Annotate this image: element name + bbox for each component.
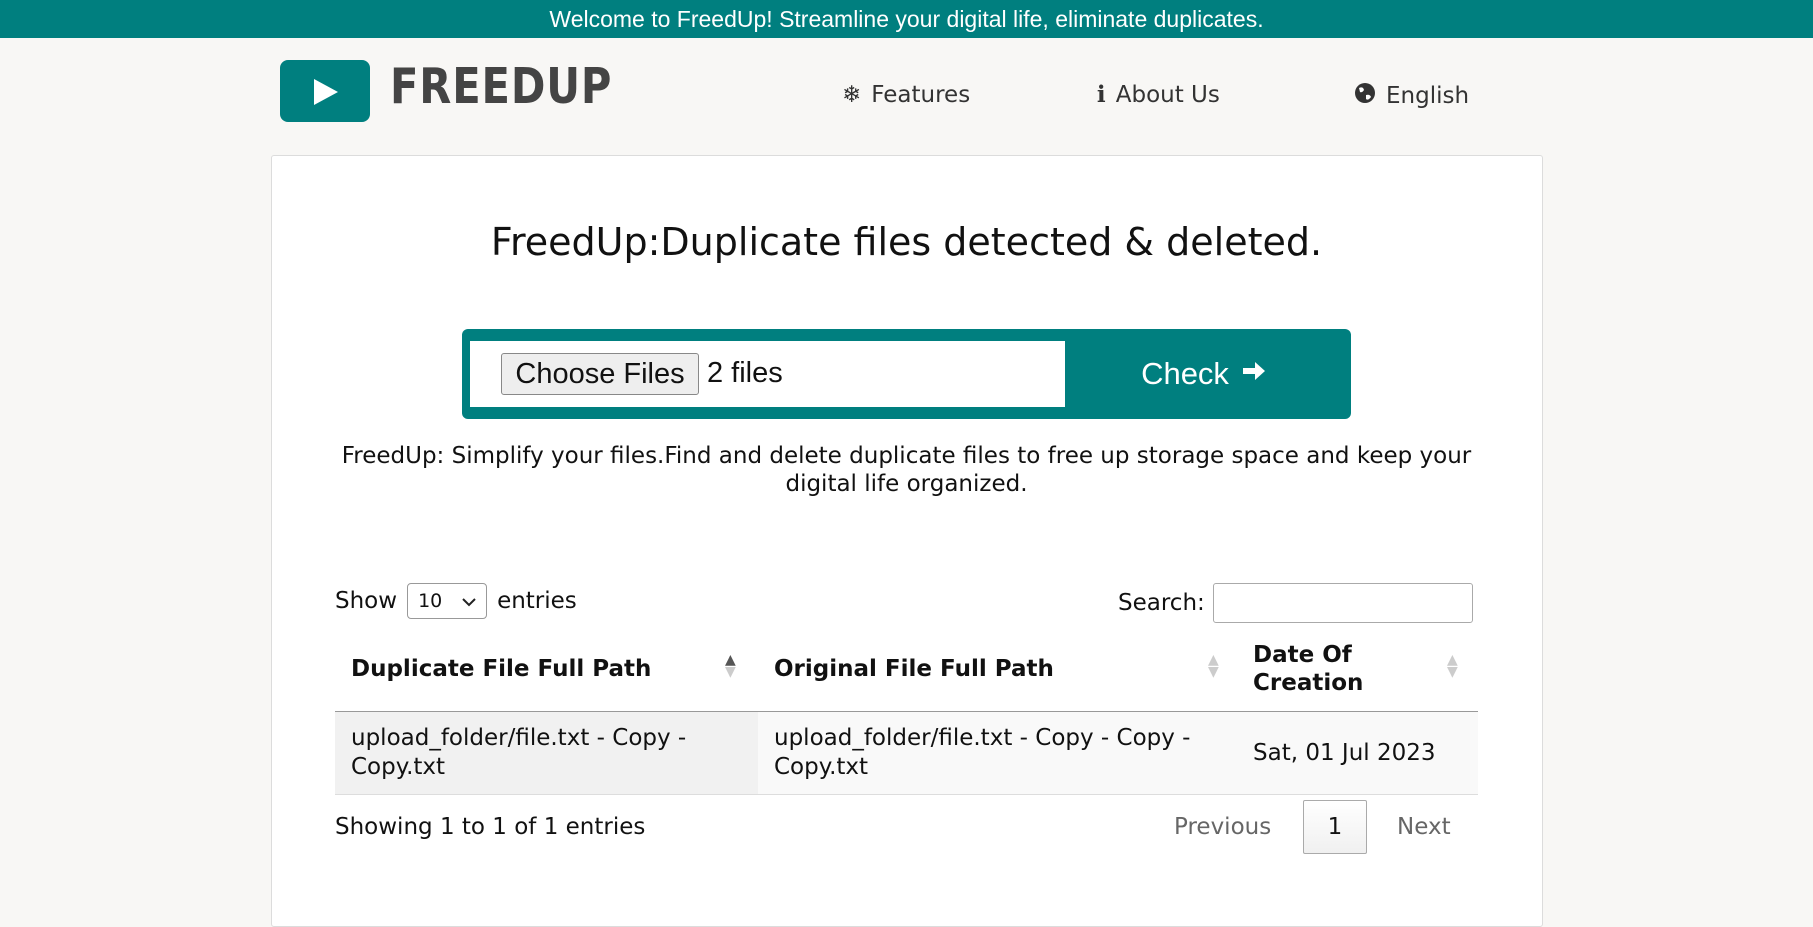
cell-text: upload_folder/file.txt - Copy - Copy - C… [774, 725, 1191, 780]
previous-page-button[interactable]: Previous [1174, 814, 1271, 840]
welcome-banner-text: Welcome to FreedUp! Streamline your digi… [549, 5, 1264, 32]
page-1-button[interactable]: 1 [1303, 800, 1367, 854]
nav-language-label: English [1386, 83, 1470, 109]
table-row: upload_folder/file.txt - Copy - Copy.txt… [335, 712, 1478, 795]
show-label: Show [335, 588, 398, 614]
nav-features[interactable]: ❄ Features [842, 82, 970, 108]
globe-icon [1354, 82, 1376, 110]
choose-files-button[interactable]: Choose Files [501, 353, 699, 395]
cell-original-path: upload_folder/file.txt - Copy - Copy - C… [774, 712, 1224, 794]
table-info: Showing 1 to 1 of 1 entries [335, 814, 646, 840]
info-icon: ℹ [1097, 82, 1106, 108]
column-header-date[interactable]: Date Of Creation [1253, 626, 1403, 711]
search-label: Search: [1118, 590, 1205, 616]
nav-about-label: About Us [1115, 82, 1220, 108]
entries-select[interactable]: 10 [407, 583, 488, 619]
entries-label: entries [497, 588, 577, 614]
sort-both-icon: ▲ ▼ [1208, 652, 1219, 680]
search-input[interactable] [1212, 583, 1473, 623]
table-search: Search: [1118, 583, 1473, 623]
next-page-button[interactable]: Next [1397, 814, 1451, 840]
table-header-row: Duplicate File Full Path ▲ ▼ Original Fil… [335, 626, 1478, 712]
sort-both-icon: ▲ ▼ [1447, 652, 1458, 680]
column-header-original-path[interactable]: Original File Full Path [774, 626, 1154, 711]
entries-select-value: 10 [418, 590, 443, 612]
entries-length-control: Show 10 entries [335, 583, 577, 619]
cell-date: Sat, 01 Jul 2023 [1253, 712, 1473, 794]
cell-text: Sat, 01 Jul 2023 [1253, 739, 1436, 766]
welcome-banner: Welcome to FreedUp! Streamline your digi… [0, 0, 1813, 38]
page-title: FreedUp:Duplicate files detected & delet… [490, 220, 1323, 264]
check-button[interactable]: Check [1065, 341, 1343, 407]
column-header-label: Duplicate File Full Path [351, 655, 652, 682]
site-header: FREEDUP ❄ Features ℹ About Us English [0, 38, 1813, 148]
arrow-right-icon [1241, 356, 1267, 392]
upload-form: Choose Files 2 files Check [462, 329, 1351, 419]
chevron-down-icon [462, 590, 476, 612]
nav-language[interactable]: English [1354, 82, 1469, 110]
nav-about-us[interactable]: ℹ About Us [1097, 82, 1220, 108]
sort-ascending-icon: ▲ ▼ [725, 652, 736, 680]
column-header-duplicate-path[interactable]: Duplicate File Full Path [351, 626, 731, 711]
column-header-label: Date Of Creation [1253, 641, 1364, 696]
description-text: FreedUp: Simplify your files.Find and de… [341, 443, 1472, 497]
cell-text: upload_folder/file.txt - Copy - Copy.txt [351, 725, 687, 780]
check-button-label: Check [1141, 356, 1229, 391]
nav-features-label: Features [871, 82, 971, 108]
column-header-label: Original File Full Path [774, 655, 1054, 682]
file-input-area: Choose Files 2 files [470, 341, 1065, 407]
duplicates-table: Duplicate File Full Path ▲ ▼ Original Fil… [335, 626, 1478, 795]
snowflake-icon: ❄ [842, 82, 862, 108]
cell-duplicate-path: upload_folder/file.txt - Copy - Copy.txt [335, 712, 758, 794]
logo-text[interactable]: FREEDUP [390, 58, 612, 115]
files-selected-text: 2 files [707, 357, 783, 389]
logo-play-icon[interactable] [280, 60, 370, 122]
